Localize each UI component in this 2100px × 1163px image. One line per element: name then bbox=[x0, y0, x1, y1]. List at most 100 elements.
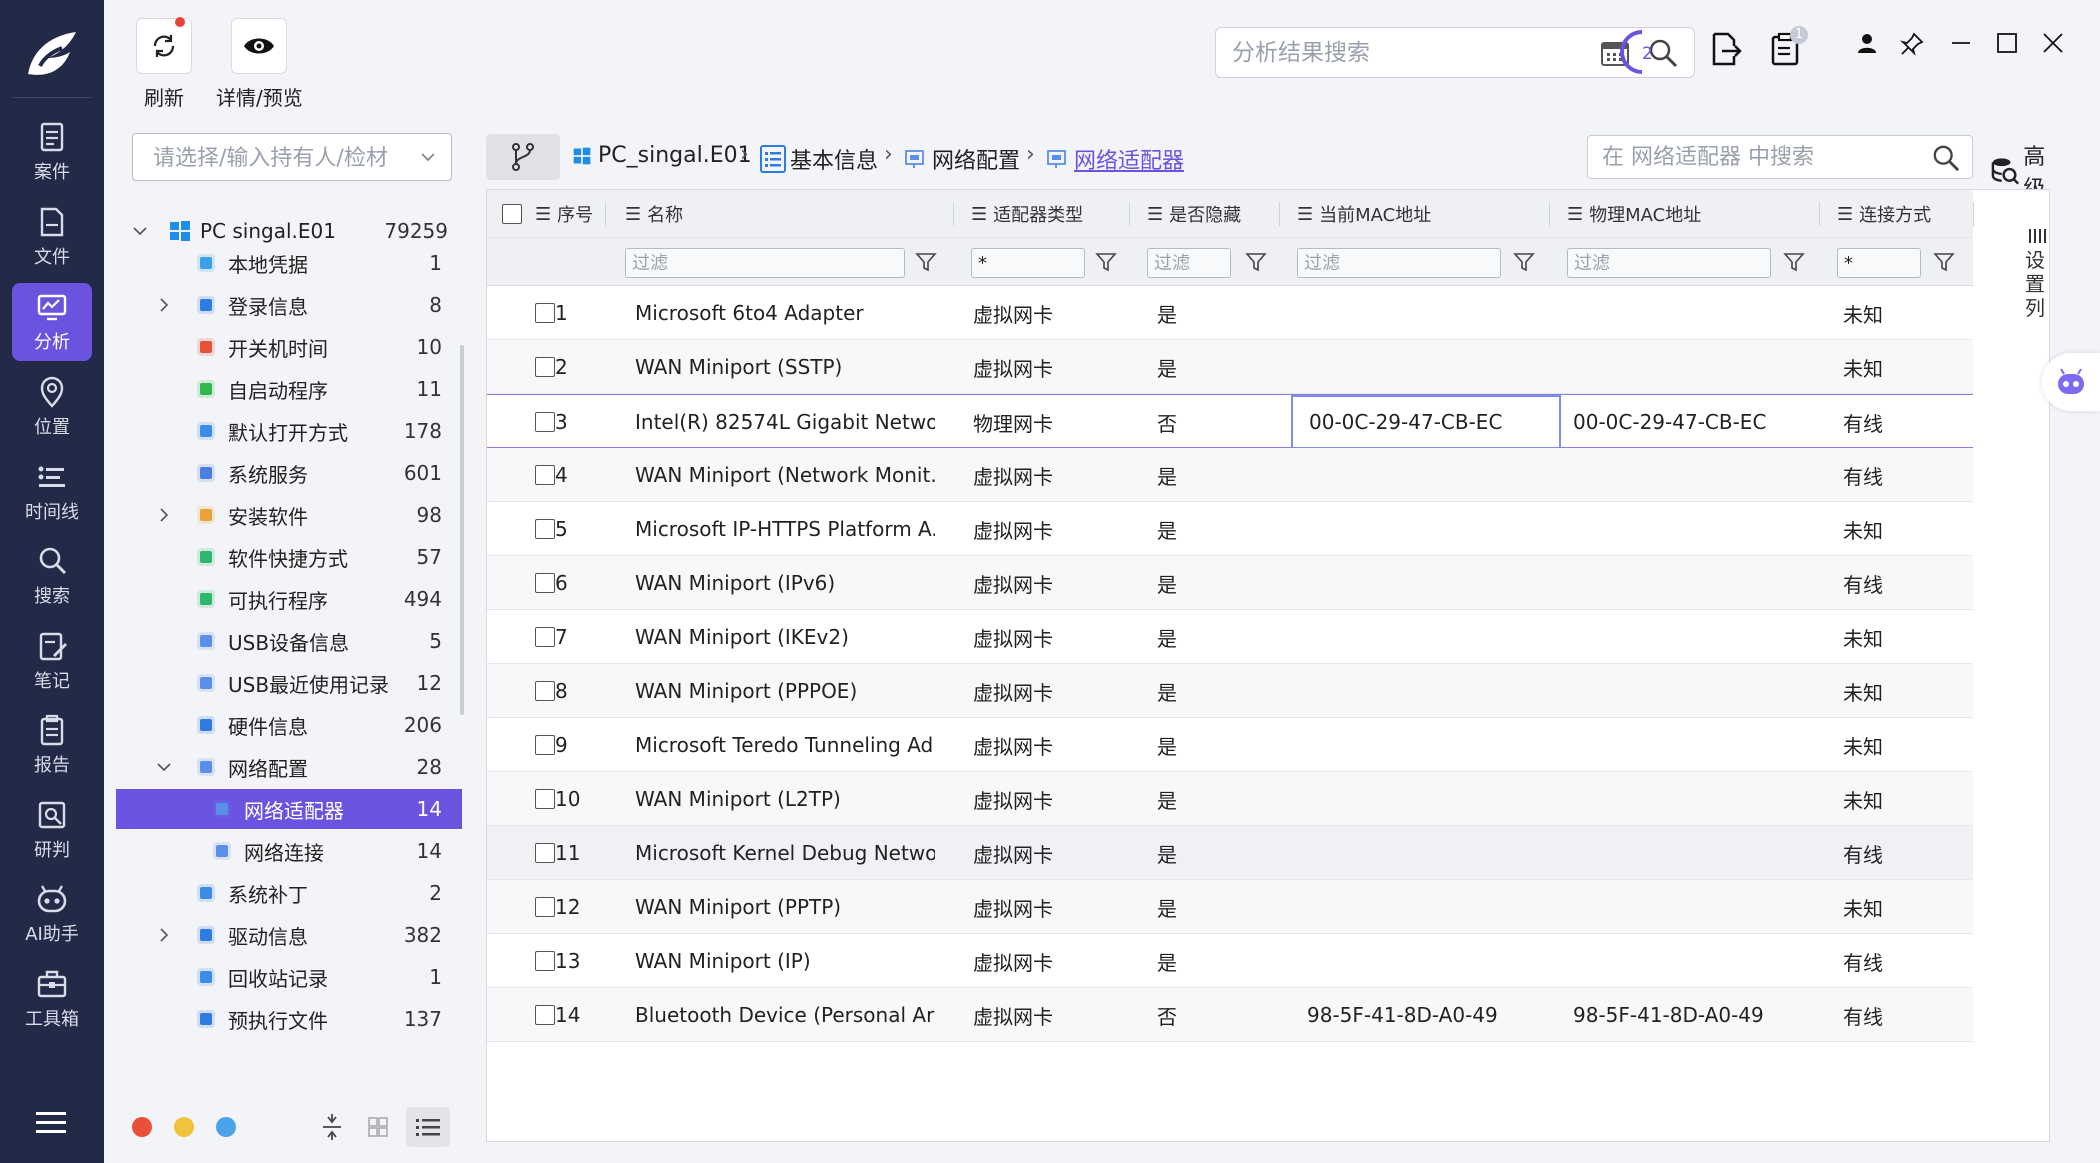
row-checkbox[interactable] bbox=[535, 789, 555, 809]
row-checkbox[interactable] bbox=[535, 951, 555, 971]
hidden-filter-input[interactable] bbox=[1148, 249, 1230, 277]
row-checkbox[interactable] bbox=[535, 573, 555, 593]
row-checkbox[interactable] bbox=[535, 357, 555, 377]
tree-item[interactable]: 硬件信息 206 bbox=[116, 705, 462, 745]
table-row[interactable]: 2 WAN Miniport (SSTP) 虚拟网卡 是 未知 bbox=[487, 340, 1973, 394]
table-row[interactable]: 8 WAN Miniport (PPPOE) 虚拟网卡 是 未知 bbox=[487, 664, 1973, 718]
search-icon[interactable] bbox=[1932, 144, 1960, 172]
maximize-button[interactable] bbox=[1996, 32, 2018, 54]
export-button[interactable] bbox=[1708, 32, 1742, 66]
table-row[interactable]: 10 WAN Miniport (L2TP) 虚拟网卡 是 未知 bbox=[487, 772, 1973, 826]
nav-item-toolbox[interactable]: 工具箱 bbox=[12, 960, 92, 1038]
tree-item[interactable]: 回收站记录 1 bbox=[116, 957, 462, 997]
physical-mac-filter-box[interactable] bbox=[1567, 248, 1771, 278]
tree-item[interactable]: 网络配置 28 bbox=[116, 747, 462, 787]
column-adapter-type[interactable]: ☰ 适配器类型 bbox=[971, 190, 1083, 238]
breadcrumb-network-config[interactable]: 网络配置 bbox=[904, 143, 1020, 175]
breadcrumb-basic-info[interactable]: 基本信息 bbox=[760, 143, 878, 175]
list-view-button[interactable] bbox=[406, 1107, 450, 1147]
filter-icon[interactable] bbox=[1783, 251, 1805, 273]
analysis-search-input[interactable] bbox=[1232, 36, 1572, 70]
tree-item[interactable]: 默认打开方式 178 bbox=[116, 411, 462, 451]
clipboard-button[interactable]: 1 bbox=[1770, 26, 1808, 66]
color-tag-yellow[interactable] bbox=[174, 1117, 194, 1137]
table-row[interactable]: 3 Intel(R) 82574L Gigabit Networ... 物理网卡 否 0… bbox=[487, 394, 1973, 449]
column-connection[interactable]: ☰ 连接方式 bbox=[1837, 190, 1931, 238]
row-checkbox[interactable] bbox=[535, 1005, 555, 1025]
nav-item-location[interactable]: 位置 bbox=[12, 368, 92, 446]
chevron-right-icon[interactable] bbox=[156, 507, 172, 523]
nav-item-analysis[interactable]: 分析 bbox=[12, 283, 92, 361]
nav-item-timeline[interactable]: 时间线 bbox=[12, 453, 92, 531]
tree-item[interactable]: 本地凭据 1 bbox=[116, 243, 462, 283]
preview-button[interactable]: 详情/预览 bbox=[216, 18, 303, 111]
column-hidden[interactable]: ☰ 是否隐藏 bbox=[1147, 190, 1241, 238]
type-filter-input[interactable] bbox=[972, 249, 1084, 277]
tree-item[interactable]: 驱动信息 382 bbox=[116, 915, 462, 955]
chevron-down-icon[interactable] bbox=[419, 148, 437, 166]
mac-filter-box[interactable] bbox=[1297, 248, 1501, 278]
row-checkbox[interactable] bbox=[535, 519, 555, 539]
nav-item-search[interactable]: 搜索 bbox=[12, 537, 92, 615]
connection-filter-box[interactable] bbox=[1837, 248, 1921, 278]
table-row[interactable]: 13 WAN Miniport (IP) 虚拟网卡 是 有线 bbox=[487, 934, 1973, 988]
column-no[interactable]: ☰ 序号 bbox=[535, 190, 593, 238]
collapse-all-button[interactable] bbox=[310, 1107, 354, 1147]
nav-item-ai-assistant[interactable]: AI助手 bbox=[12, 875, 92, 953]
color-tag-blue[interactable] bbox=[216, 1117, 236, 1137]
user-button[interactable] bbox=[1856, 32, 1878, 54]
row-checkbox[interactable] bbox=[535, 303, 555, 323]
column-current-mac[interactable]: ☰ 当前MAC地址 bbox=[1297, 190, 1431, 238]
tree-item[interactable]: 预执行文件 137 bbox=[116, 999, 462, 1039]
row-checkbox[interactable] bbox=[535, 412, 555, 432]
tree-item[interactable]: 开关机时间 10 bbox=[116, 327, 462, 367]
tree-item[interactable]: 系统服务 601 bbox=[116, 453, 462, 493]
breadcrumb-root[interactable]: PC_singal.E01 bbox=[572, 143, 752, 168]
refresh-button[interactable]: 刷新 bbox=[136, 17, 192, 111]
menu-icon[interactable] bbox=[36, 1112, 66, 1134]
select-all-checkbox[interactable] bbox=[502, 204, 522, 224]
connection-filter-input[interactable] bbox=[1838, 249, 1920, 277]
tree-item[interactable]: 自启动程序 11 bbox=[116, 369, 462, 409]
column-name[interactable]: ☰ 名称 bbox=[625, 190, 683, 238]
tree-item[interactable]: 网络连接 14 bbox=[116, 831, 462, 871]
chevron-down-icon[interactable] bbox=[132, 223, 148, 239]
task-progress[interactable]: 2 bbox=[1620, 28, 1660, 76]
nav-item-report[interactable]: 报告 bbox=[12, 706, 92, 784]
table-row[interactable]: 4 WAN Miniport (Network Monit... 虚拟网卡 是 有线 bbox=[487, 448, 1973, 502]
tree-item[interactable]: 软件快捷方式 57 bbox=[116, 537, 462, 577]
table-row[interactable]: 14 Bluetooth Device (Personal Are... 虚拟网卡 否… bbox=[487, 988, 1973, 1042]
row-checkbox[interactable] bbox=[535, 735, 555, 755]
nav-item-judge[interactable]: 研判 bbox=[12, 791, 92, 869]
tree-item[interactable]: 系统补丁 2 bbox=[116, 873, 462, 913]
filter-icon[interactable] bbox=[1513, 251, 1535, 273]
minimize-button[interactable] bbox=[1950, 32, 1972, 54]
name-filter-box[interactable] bbox=[625, 248, 905, 278]
color-tag-red[interactable] bbox=[132, 1117, 152, 1137]
filter-icon[interactable] bbox=[1095, 251, 1117, 273]
filter-icon[interactable] bbox=[915, 251, 937, 273]
physical-mac-filter-input[interactable] bbox=[1568, 249, 1770, 277]
table-row[interactable]: 7 WAN Miniport (IKEv2) 虚拟网卡 是 未知 bbox=[487, 610, 1973, 664]
tree-item[interactable]: 安装软件 98 bbox=[116, 495, 462, 535]
nav-item-case[interactable]: 案件 bbox=[12, 113, 92, 191]
name-filter-input[interactable] bbox=[626, 249, 904, 277]
chevron-right-icon[interactable] bbox=[156, 297, 172, 313]
filter-icon[interactable] bbox=[1933, 251, 1955, 273]
column-physical-mac[interactable]: ☰ 物理MAC地址 bbox=[1567, 190, 1701, 238]
branch-button[interactable] bbox=[486, 134, 560, 180]
table-row[interactable]: 5 Microsoft IP-HTTPS Platform A... 虚拟网卡 是 未知 bbox=[487, 502, 1973, 556]
grid-view-button[interactable] bbox=[356, 1107, 400, 1147]
row-checkbox[interactable] bbox=[535, 627, 555, 647]
pin-button[interactable] bbox=[1900, 32, 1924, 56]
tree-item[interactable]: USB最近使用记录 12 bbox=[116, 663, 462, 703]
row-checkbox[interactable] bbox=[535, 843, 555, 863]
ai-assistant-float-button[interactable] bbox=[2042, 353, 2100, 411]
type-filter-box[interactable] bbox=[971, 248, 1085, 278]
table-row[interactable]: 9 Microsoft Teredo Tunneling Ad... 虚拟网卡 是 未知 bbox=[487, 718, 1973, 772]
breadcrumb-current[interactable]: 网络适配器 bbox=[1046, 143, 1184, 175]
row-checkbox[interactable] bbox=[535, 897, 555, 917]
close-button[interactable] bbox=[2042, 32, 2064, 54]
filter-icon[interactable] bbox=[1245, 251, 1267, 273]
tree-scrollbar[interactable] bbox=[460, 345, 464, 715]
